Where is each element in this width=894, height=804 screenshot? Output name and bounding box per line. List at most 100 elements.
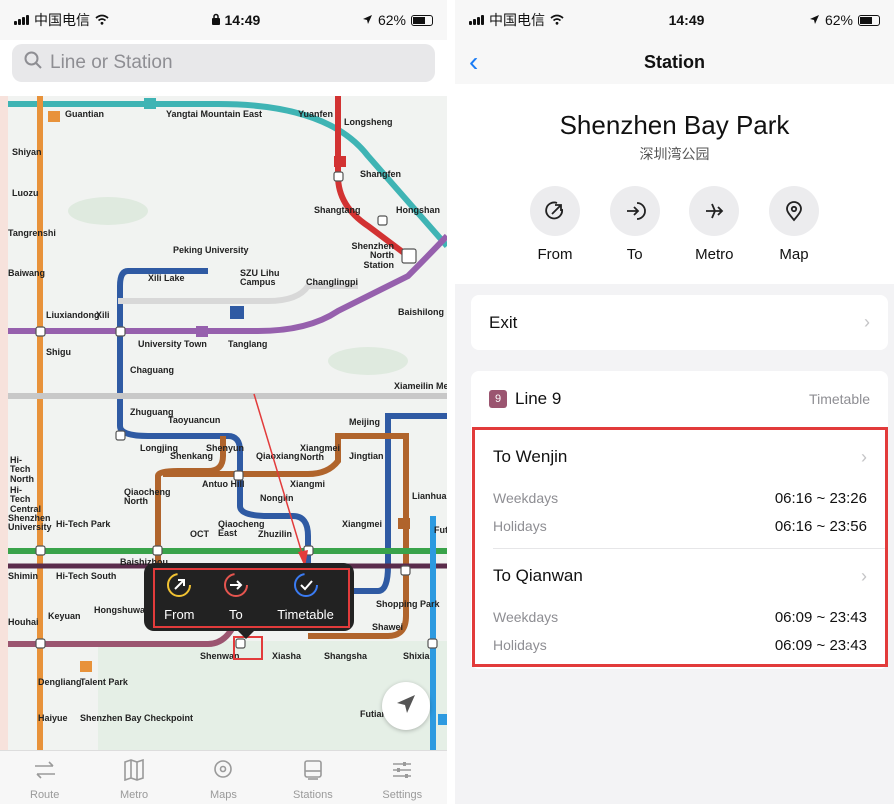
- map-station-label[interactable]: Futian: [434, 526, 447, 535]
- map-station-label[interactable]: Longsheng: [344, 117, 393, 127]
- map-station-label[interactable]: Hongshan: [396, 205, 440, 215]
- tab-maps[interactable]: Maps: [183, 759, 263, 801]
- map-station-label[interactable]: Hi-Tech North: [10, 455, 40, 484]
- station-name: Shenzhen Bay Park: [559, 110, 790, 140]
- tab-stations[interactable]: Stations: [273, 759, 353, 801]
- action-map-button[interactable]: Map: [764, 186, 824, 263]
- map-station-label[interactable]: Yangtai Mountain East: [166, 109, 262, 119]
- map-station-label[interactable]: Shenyun: [206, 443, 244, 453]
- screen-divider: [447, 0, 455, 804]
- map-station-label[interactable]: Shixia: [403, 651, 430, 661]
- map-station-label[interactable]: Guantian: [65, 109, 104, 119]
- map-station-label[interactable]: Talent Park: [80, 677, 128, 687]
- map-station-label[interactable]: Shangtang: [314, 205, 361, 215]
- map-station-label[interactable]: Xiasha: [272, 651, 301, 661]
- map-station-label[interactable]: Xiameilin: [394, 381, 434, 391]
- action-to-label: To: [626, 246, 643, 263]
- map-station-label[interactable]: Shawei: [372, 622, 403, 632]
- tab-route[interactable]: Route: [5, 759, 85, 801]
- timetable-link[interactable]: Timetable: [809, 391, 870, 407]
- station-actions: From To Metro Map: [525, 186, 824, 263]
- map-station-label[interactable]: Shopping Park: [376, 599, 440, 609]
- map-station-label[interactable]: Chaguang: [130, 365, 174, 375]
- direction-row[interactable]: To Qianwan ›: [475, 549, 885, 603]
- metro-map[interactable]: Guantian Yangtai Mountain East Yuanfen L…: [8, 96, 447, 756]
- directions-highlight: To Wenjin › Weekdays 06:16 ~ 23:26 Holid…: [472, 427, 888, 667]
- tab-settings[interactable]: Settings: [362, 759, 442, 801]
- map-station-label[interactable]: OCT: [190, 529, 209, 539]
- map-station-label[interactable]: Shimin: [8, 571, 38, 581]
- map-station-label[interactable]: Antuo Hill: [202, 479, 245, 489]
- map-station-label[interactable]: Baiwang: [8, 268, 45, 278]
- map-station-label[interactable]: Qiaocheng North: [124, 487, 171, 507]
- map-station-label[interactable]: Peking University: [173, 245, 249, 255]
- map-station-label[interactable]: Hi-Tech Central: [10, 485, 41, 514]
- exit-row[interactable]: Exit ›: [471, 295, 888, 350]
- map-station-label[interactable]: Shenzhen University: [8, 513, 52, 533]
- map-station-label[interactable]: Haiyue: [38, 713, 68, 723]
- map-station-label[interactable]: Hi-Tech South: [56, 571, 116, 581]
- map-station-label[interactable]: Hongshuwan: [94, 605, 151, 615]
- signal-icon: [14, 15, 29, 25]
- map-station-label[interactable]: Tanglang: [228, 339, 267, 349]
- tab-maps-label: Maps: [210, 789, 237, 801]
- map-station-label[interactable]: Xili: [96, 310, 110, 320]
- map-station-label[interactable]: Shiyan: [12, 147, 42, 157]
- map-station-label[interactable]: Lianhua West: [412, 491, 447, 501]
- action-metro-button[interactable]: Metro: [684, 186, 744, 263]
- map-pin-icon: [768, 186, 819, 236]
- direction-row[interactable]: To Wenjin ›: [475, 430, 885, 484]
- map-station-label[interactable]: Tangrenshi: [8, 228, 56, 238]
- map-station-label[interactable]: University Town: [138, 339, 207, 349]
- map-station-label[interactable]: Zhuguang: [130, 407, 174, 417]
- metro-map-icon: [122, 758, 146, 784]
- map-station-label[interactable]: Houhai: [8, 617, 39, 627]
- from-icon: [530, 186, 580, 236]
- map-station-label[interactable]: Meilin: [436, 382, 447, 391]
- map-station-label[interactable]: Taoyuancun: [168, 415, 220, 425]
- map-station-label[interactable]: SZU Lihu Campus: [240, 268, 284, 288]
- direction-title: To Wenjin: [493, 447, 568, 466]
- back-chevron-icon[interactable]: ‹: [469, 46, 478, 78]
- signal-icon: [469, 15, 484, 25]
- action-from-label: From: [537, 246, 573, 263]
- map-station-label[interactable]: Jingtian: [349, 451, 384, 461]
- map-station-label[interactable]: Baishilong: [398, 307, 444, 317]
- battery-percent: 62%: [824, 12, 853, 28]
- map-station-label[interactable]: Shigu: [46, 347, 71, 357]
- map-station-label[interactable]: Liuxiandong: [46, 310, 100, 320]
- metro-icon: [689, 186, 740, 236]
- map-station-label[interactable]: Meijing: [349, 417, 380, 427]
- map-station-label[interactable]: Dengliang: [38, 677, 82, 687]
- popup-highlight: [153, 568, 350, 628]
- tab-settings-label: Settings: [382, 789, 423, 801]
- schedule-time: 06:09 ~ 23:43: [774, 608, 867, 626]
- stations-icon: [301, 759, 325, 784]
- map-station-label[interactable]: Keyuan: [48, 611, 81, 621]
- map-station-label[interactable]: Shangfen: [360, 169, 401, 179]
- search-icon: [24, 51, 42, 75]
- battery-icon: [858, 14, 880, 26]
- search-field[interactable]: Line or Station: [12, 44, 435, 82]
- map-station-label[interactable]: Yuanfen: [298, 109, 333, 119]
- chevron-right-icon: ›: [861, 446, 867, 467]
- map-station-label[interactable]: Luozu: [12, 188, 39, 198]
- chevron-right-icon: ›: [861, 565, 867, 586]
- map-station-label[interactable]: Xili Lake: [148, 273, 185, 283]
- action-to-button[interactable]: To: [605, 186, 665, 263]
- map-station-label[interactable]: Changlingpi: [306, 277, 358, 287]
- locate-me-button[interactable]: [382, 682, 430, 730]
- tab-metro[interactable]: Metro: [94, 758, 174, 801]
- map-station-label[interactable]: Shenzhen Bay Checkpoint: [80, 713, 193, 723]
- map-station-label[interactable]: Shenzhen North Station: [342, 241, 394, 270]
- map-station-label[interactable]: Xiangmei: [342, 519, 382, 529]
- schedule-row: Weekdays 06:09 ~ 23:43: [475, 603, 885, 631]
- selected-station-highlight: [233, 636, 263, 660]
- schedule-time: 06:16 ~ 23:56: [774, 517, 867, 535]
- map-station-label[interactable]: Shangsha: [324, 651, 367, 661]
- status-bar: 中国电信 14:49 62%: [0, 0, 447, 40]
- schedule-row: Holidays 06:09 ~ 23:43: [475, 631, 885, 659]
- action-from-button[interactable]: From: [525, 186, 585, 263]
- map-station-label[interactable]: Hi-Tech Park: [56, 519, 110, 529]
- status-bar: 中国电信 14:49 62%: [455, 0, 894, 40]
